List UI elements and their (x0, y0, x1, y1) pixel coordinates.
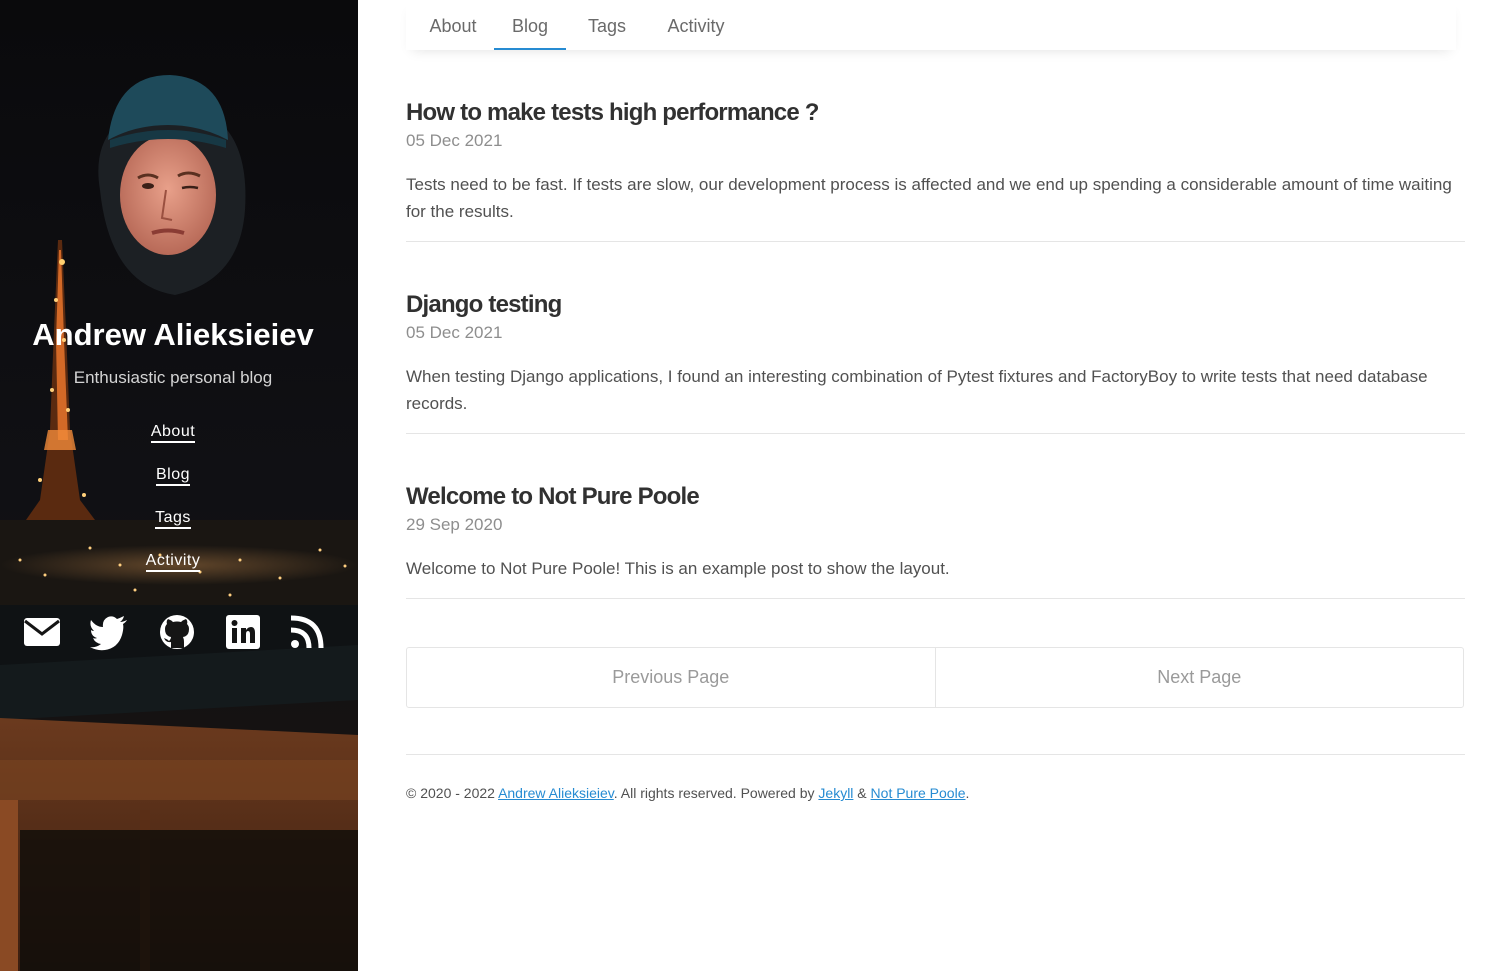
footer-text: . (965, 785, 970, 801)
post-divider (406, 241, 1465, 242)
post-excerpt: Welcome to Not Pure Poole! This is an ex… (406, 559, 950, 578)
post-title[interactable]: Django testing (406, 290, 1465, 320)
social-links (0, 612, 358, 652)
post-item: Django testing 05 Dec 2021 When testing … (406, 290, 1465, 417)
footer-divider (406, 754, 1465, 755)
post-item: Welcome to Not Pure Poole 29 Sep 2020 We… (406, 482, 1465, 582)
post-divider (406, 433, 1465, 434)
sidebar-item-label: Tags (155, 509, 191, 529)
author-name: Andrew Alieksieiev (32, 317, 314, 352)
footer-text: & (853, 785, 871, 801)
footer-text: . All rights reserved. Powered by (613, 785, 819, 801)
tab-blog[interactable]: Blog (494, 0, 566, 50)
post-title[interactable]: How to make tests high performance ? (406, 98, 1465, 128)
mail-icon[interactable] (22, 612, 62, 652)
rss-icon[interactable] (287, 612, 327, 652)
post-excerpt: Tests need to be fast. If tests are slow… (406, 175, 1452, 221)
sidebar-item-label: Blog (155, 466, 191, 486)
post-date: 05 Dec 2021 (406, 131, 503, 150)
twitter-icon[interactable] (89, 612, 129, 652)
post-date: 05 Dec 2021 (406, 323, 503, 342)
sidebar-item-blog[interactable]: Blog (0, 465, 346, 508)
footer-theme-link[interactable]: Not Pure Poole (871, 785, 966, 801)
sidebar-nav: About Blog Tags Activity (0, 422, 346, 594)
sidebar-item-tags[interactable]: Tags (0, 508, 346, 551)
post-date: 29 Sep 2020 (406, 515, 503, 534)
github-icon[interactable] (157, 612, 197, 652)
sidebar-item-label: About (150, 423, 196, 443)
tab-about[interactable]: About (423, 0, 483, 50)
sidebar-item-about[interactable]: About (0, 422, 346, 465)
top-nav: About Blog Tags Activity (406, 0, 1456, 50)
post-title[interactable]: Welcome to Not Pure Poole (406, 482, 1465, 512)
tab-tags[interactable]: Tags (582, 0, 632, 50)
post-excerpt: When testing Django applications, I foun… (406, 367, 1428, 413)
footer-jekyll-link[interactable]: Jekyll (818, 785, 853, 801)
tab-activity[interactable]: Activity (664, 0, 728, 50)
previous-page-button[interactable]: Previous Page (407, 648, 935, 707)
avatar (98, 75, 246, 295)
tagline: Enthusiastic personal blog (73, 368, 273, 387)
sidebar: Andrew Alieksieiev Enthusiastic personal… (0, 0, 358, 971)
footer-copyright: © 2020 - 2022 (406, 785, 499, 801)
post-item: How to make tests high performance ? 05 … (406, 98, 1465, 225)
post-divider (406, 598, 1465, 599)
linkedin-icon[interactable] (223, 612, 263, 652)
sidebar-item-label: Activity (145, 552, 201, 572)
sidebar-item-activity[interactable]: Activity (0, 551, 346, 594)
main-content: About Blog Tags Activity How to make tes… (358, 0, 1499, 971)
next-page-button[interactable]: Next Page (934, 648, 1464, 707)
footer: © 2020 - 2022 Andrew Alieksieiev. All ri… (406, 785, 1465, 801)
pagination: Previous Page Next Page (406, 647, 1464, 708)
footer-author-link[interactable]: Andrew Alieksieiev (498, 785, 614, 801)
